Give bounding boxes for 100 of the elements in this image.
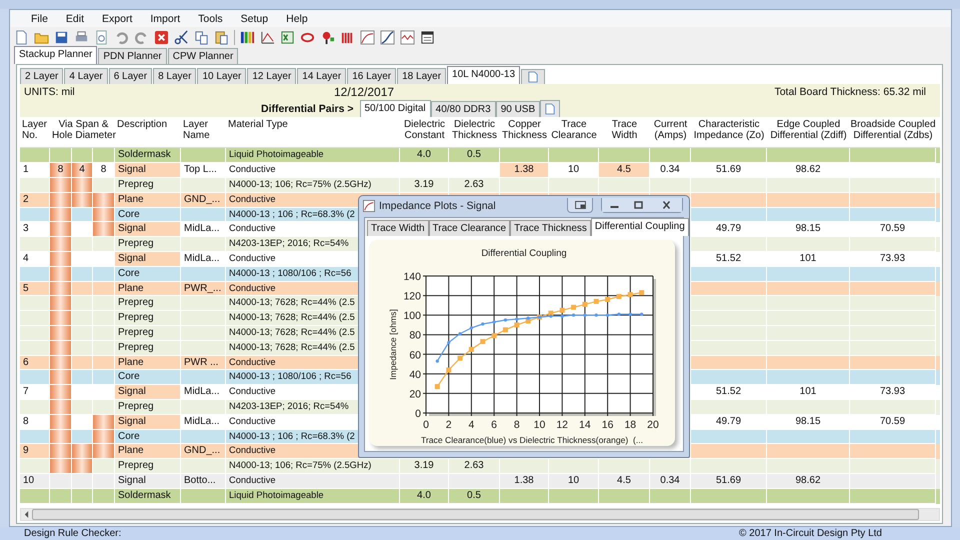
column-header: Dielectric Thickness	[450, 119, 498, 141]
x-tick-label: 0	[423, 419, 429, 431]
table-cell: Prepreg	[115, 340, 181, 356]
via-span-cell: 8	[50, 163, 72, 178]
column-header: Edge Coupled Differential (Zdiff)	[769, 119, 848, 141]
table-cell: Plane	[115, 282, 181, 296]
table-cell: 0.34	[660, 164, 680, 176]
table-cell: Signal	[115, 474, 181, 489]
x-tick-label: 12	[556, 419, 568, 431]
table-cell: 101	[800, 386, 816, 398]
table-cell: Core	[115, 370, 181, 386]
table-cell: 6	[23, 356, 29, 368]
table-cell: N4000-13; 106; Rc=75% (2.5GHz)	[229, 179, 372, 190]
table-cell: 10	[23, 475, 34, 486]
board-thickness-label: Total Board Thickness: 65.32 mil	[773, 86, 927, 98]
column-header: Current (Amps)	[652, 119, 688, 141]
table-cell: Soldermask	[115, 488, 181, 504]
x-tick-label: 10	[534, 419, 546, 431]
table-cell: 49.79	[716, 223, 742, 234]
column-header: Trace Width	[610, 119, 638, 141]
table-cell: 10	[568, 164, 580, 176]
table-cell: 4.0	[417, 490, 431, 501]
column-header: Description	[116, 119, 168, 130]
table-cell: Plane	[115, 444, 181, 460]
table-cell: Signal	[115, 163, 181, 178]
via-span-cell: 4	[72, 163, 93, 178]
table-cell: N4000-13; 7628; Rc=44% (2.5	[229, 297, 355, 308]
table-cell: Soldermask	[115, 148, 181, 164]
table-cell: Prepreg	[115, 311, 181, 326]
table-cell: Plane	[115, 356, 181, 370]
table-cell: MidLa...	[184, 223, 220, 234]
table-cell: Signal	[115, 222, 181, 238]
column-header: Material Type	[227, 119, 289, 130]
table-cell: 51.69	[716, 475, 742, 486]
table-cell: 49.79	[716, 416, 742, 427]
table-cell: Conductive	[229, 194, 276, 204]
table-cell: 51.69	[716, 164, 742, 176]
table-cell: PWR_...	[184, 282, 222, 294]
status-text: Design Rule Checker:	[24, 528, 122, 539]
table-cell: 98.15	[795, 416, 821, 427]
x-tick-label: 4	[468, 419, 474, 431]
table-cell: N4000-13 ; 106 ; Rc=68.3% (2	[229, 430, 355, 441]
table-cell: Conductive	[229, 416, 276, 426]
table-cell: Conductive	[229, 445, 276, 456]
column-header: Layer No.	[21, 119, 48, 141]
y-tick-label: 60	[409, 349, 421, 362]
table-cell: 1.38	[514, 475, 534, 486]
table-cell: Signal	[115, 414, 181, 430]
x-tick-label: 16	[602, 419, 614, 431]
table-cell: 7	[23, 386, 29, 398]
table-cell: N4000-13 ; 1080/106 ; Rc=56	[229, 268, 352, 278]
y-tick-label: 0	[415, 408, 421, 420]
x-tick-label: 2	[446, 419, 452, 431]
table-cell: Prepreg	[115, 459, 181, 474]
table-cell: 0.5	[467, 490, 481, 501]
table-cell: 101	[800, 253, 816, 264]
table-cell: 4.5	[617, 475, 631, 486]
copyright-text: © 2017 In-Circuit Design Pty Ltd	[739, 528, 882, 539]
table-cell: N4000-13; 106; Rc=75% (2.5GHz)	[229, 460, 372, 470]
table-cell: N4203-13EP; 2016; Rc=54%	[229, 401, 349, 412]
table-cell: 4.0	[417, 149, 431, 160]
table-cell: Prepreg	[115, 326, 181, 341]
table-cell: Conductive	[229, 356, 276, 367]
table-cell: 98.15	[795, 223, 821, 234]
table-cell: 1.38	[514, 164, 534, 176]
table-cell: 3	[23, 223, 29, 234]
x-tick-label: 18	[624, 419, 636, 431]
table-cell: N4000-13 ; 1080/106 ; Rc=56	[229, 371, 352, 382]
table-cell: 70.59	[880, 416, 906, 427]
table-cell: MidLa...	[184, 416, 220, 427]
table-cell: Conductive	[229, 164, 276, 174]
table-cell: Signal	[115, 252, 181, 267]
y-tick-label: 80	[409, 330, 421, 342]
table-cell: 0.34	[660, 475, 680, 486]
table-cell: 4	[23, 253, 29, 264]
table-cell: Liquid Photoimageable	[229, 149, 324, 160]
table-cell: 2.63	[464, 179, 484, 190]
table-cell: GND_...	[184, 194, 220, 205]
column-header: Via Span & Hole Diameter	[51, 119, 115, 141]
y-tick-label: 140	[403, 271, 421, 283]
table-cell: Prepreg	[115, 178, 181, 193]
table-cell: Botto...	[184, 475, 216, 486]
table-cell: N4000-13 ; 106 ; Rc=68.3% (2	[229, 208, 355, 219]
column-header: Characteristic Impedance (Zo)	[692, 119, 766, 141]
table-cell: 98.62	[795, 475, 821, 486]
table-cell: GND_...	[184, 445, 220, 456]
table-cell: N4000-13; 7628; Rc=44% (2.5	[229, 342, 355, 352]
table-cell: Prepreg	[115, 237, 181, 252]
x-tick-label: 8	[514, 419, 520, 431]
table-cell: Plane	[115, 192, 181, 208]
table-cell: 2.63	[464, 460, 484, 472]
table-cell: Prepreg	[115, 296, 181, 312]
table-cell: 73.93	[880, 253, 906, 264]
table-cell: MidLa...	[184, 386, 220, 398]
table-cell: 1	[23, 164, 29, 176]
column-header: Trace Clearance	[550, 119, 598, 141]
table-cell: N4000-13; 7628; Rc=44% (2.5	[229, 327, 355, 338]
table-cell: 4.5	[617, 164, 631, 176]
table-cell: Core	[115, 266, 181, 282]
y-axis-label: Impedance [ohms]	[388, 309, 398, 380]
